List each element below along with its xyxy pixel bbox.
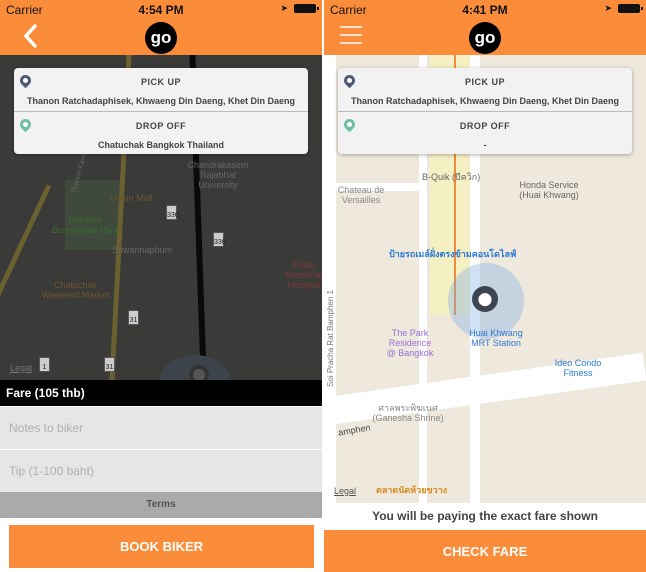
map-label-suwannaphum: Suwannaphum [112, 245, 173, 255]
book-biker-button[interactable]: BOOK BIKER [9, 525, 314, 568]
booking-screen: Carrier 4:54 PM ➤ go Wachira Benchathat … [0, 0, 322, 572]
map-label-honda: Honda Service (Huai Khwang) [519, 180, 579, 200]
map-label-street-vertical: Soi Pracha Rat Bamphen 1 [326, 290, 335, 387]
route-shield-31: 31 [128, 310, 139, 325]
location-arrow-icon: ➤ [280, 3, 288, 13]
map-label-ideo: Ideo Condo Fitness [554, 358, 602, 378]
status-time: 4:41 PM [462, 3, 508, 17]
go-logo: go [469, 22, 501, 54]
pickup-section[interactable]: PICK UP Thanon Ratchadaphisek, Khwaeng D… [14, 68, 308, 111]
nav-bar: go [0, 20, 322, 55]
check-fare-screen: Carrier 4:41 PM ➤ go ⬤ B-Quik (บีควิก) C… [324, 0, 646, 572]
nav-bar: go [324, 20, 646, 55]
map-label-hospital: Paolo Memorial Hospital Chokchai [285, 260, 322, 290]
legal-link[interactable]: Legal [10, 363, 32, 373]
fare-notice: You will be paying the exact fare shown [324, 503, 646, 529]
map-label-chateau: Chateau de Versailles [337, 185, 385, 205]
route-shield-336: 336 [213, 232, 226, 247]
battery-icon [618, 4, 643, 13]
address-card: PICK UP Thanon Ratchadaphisek, Khwaeng D… [14, 68, 308, 154]
tip-input[interactable]: Tip (1-100 baht) [0, 450, 322, 492]
hamburger-menu-icon[interactable] [340, 25, 362, 45]
map-label-park: Wachira Benchathat Park [51, 215, 119, 235]
battery-icon [294, 4, 319, 13]
map-label-mrt: Huai Khwang MRT Station [469, 328, 523, 348]
pickup-address: Thanon Ratchadaphisek, Khwaeng Din Daeng… [350, 96, 620, 106]
go-logo: go [145, 22, 177, 54]
pickup-address: Thanon Ratchadaphisek, Khwaeng Din Daeng… [26, 96, 296, 106]
pickup-section[interactable]: PICK UP Thanon Ratchadaphisek, Khwaeng D… [338, 68, 632, 111]
status-bar: Carrier 4:41 PM ➤ [324, 0, 646, 20]
route-shield-1: 1 [39, 357, 50, 372]
dropoff-label: DROP OFF [135, 121, 187, 131]
status-bar: Carrier 4:54 PM ➤ [0, 0, 322, 20]
dropoff-section[interactable]: DROP OFF Chatuchak Bangkok Thailand [14, 111, 308, 154]
map-label-ganesha: ศาลพระพิฆเนศ (Ganesha Shrine) [372, 403, 444, 423]
map-label-market: ตลาดนัดห้วยขวาง [376, 485, 448, 495]
back-chevron-icon[interactable] [22, 23, 38, 49]
dropoff-section[interactable]: DROP OFF - [338, 111, 632, 154]
map-label-street: amphen [337, 422, 372, 438]
route-shield-336: 336 [166, 205, 179, 220]
map-label-union-mall: Union Mall [110, 193, 153, 203]
legal-link[interactable]: Legal [334, 486, 356, 496]
map-label-bus-stop: ป้ายรถเมล์ฝั่งตรงข้ามคอนโดไลฟ์ [389, 249, 517, 259]
fare-bar: Fare (105 thb) [0, 380, 322, 406]
map-label-park-residence: The Park Residence @ Bangkok [386, 328, 434, 358]
check-fare-button[interactable]: CHECK FARE [324, 530, 646, 572]
pickup-label: PICK UP [464, 77, 505, 87]
terms-button[interactable]: Terms [0, 492, 322, 518]
status-time: 4:54 PM [138, 3, 184, 17]
map-label-bquik: B-Quik (บีควิก) [422, 172, 481, 182]
current-location-pin-icon: ⬤ [472, 286, 498, 312]
location-arrow-icon: ➤ [604, 3, 612, 13]
route-shield-31: 31 [104, 357, 115, 372]
dropoff-label: DROP OFF [459, 121, 511, 131]
dropoff-address: - [483, 140, 487, 150]
dropoff-address: Chatuchak Bangkok Thailand [97, 140, 225, 150]
notes-input[interactable]: Notes to biker [0, 407, 322, 449]
map-label-market: Chatuchak Weekend Market [41, 280, 110, 300]
address-card: PICK UP Thanon Ratchadaphisek, Khwaeng D… [338, 68, 632, 154]
pickup-label: PICK UP [140, 77, 181, 87]
map-label-university: Chandrakasem Rajabhat University [187, 160, 249, 190]
